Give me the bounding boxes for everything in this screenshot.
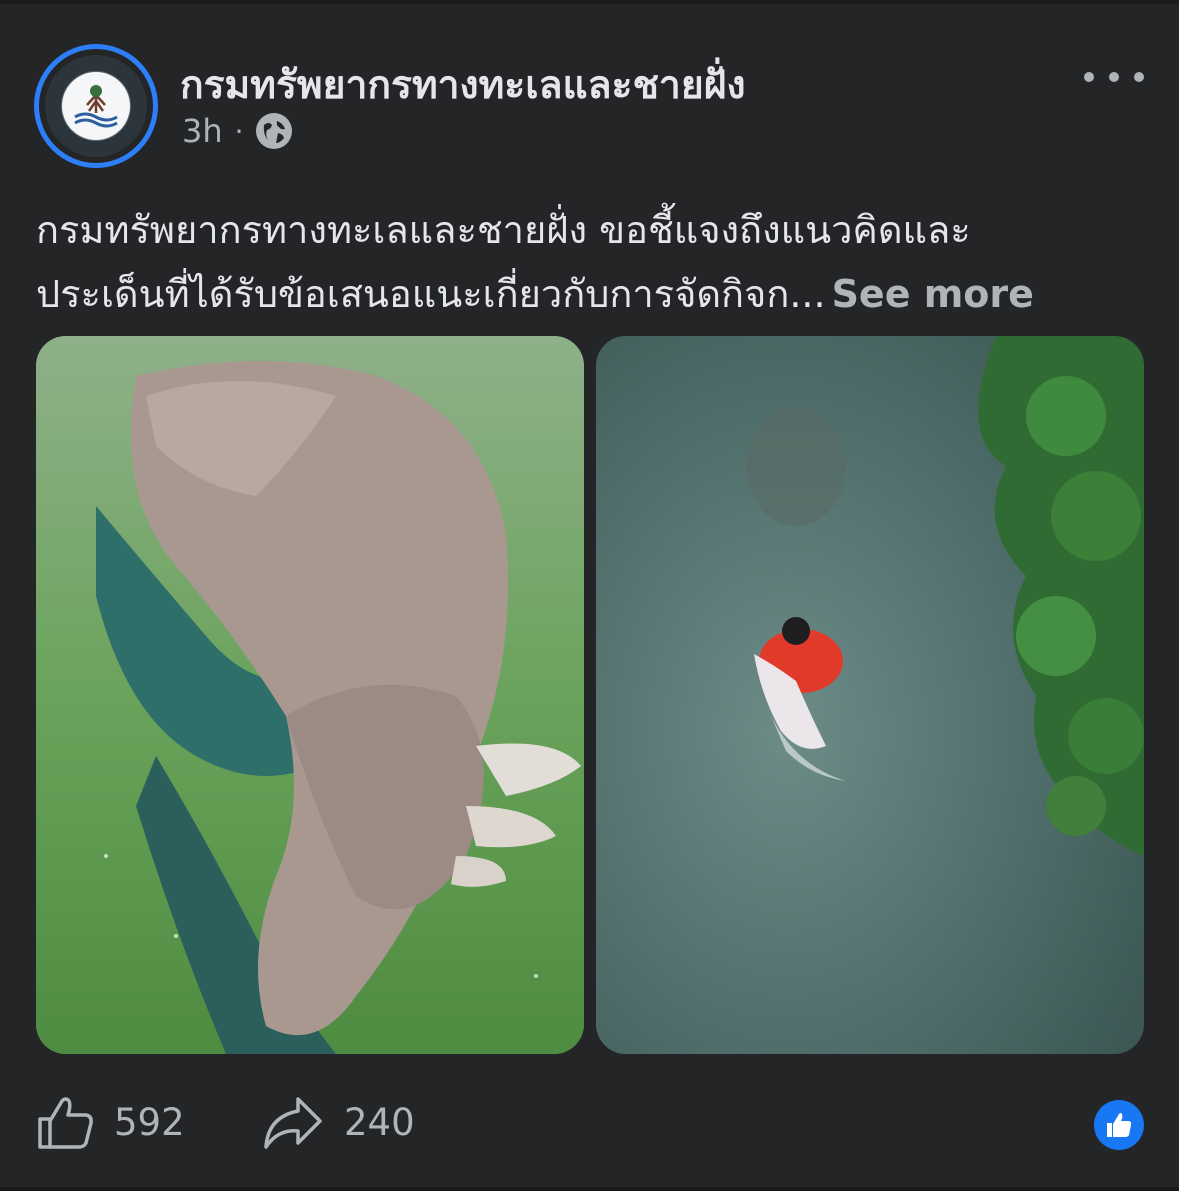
meta-separator: · — [234, 114, 244, 148]
photo-dugong-underwater[interactable] — [36, 336, 584, 1054]
post-card: กรมทรัพยากรทางทะเลและชายฝั่ง 3h · กรมทรั… — [0, 0, 1179, 1191]
dot-icon — [1134, 72, 1144, 82]
globe-icon[interactable] — [255, 113, 292, 149]
photo-aerial-rescuer[interactable] — [596, 336, 1144, 1054]
dot-icon — [1084, 72, 1094, 82]
caption-line: ประเด็นที่ได้รับข้อเสนอแนะเกี่ยวกับการจั… — [36, 262, 1146, 326]
thumbs-up-icon — [38, 1097, 93, 1149]
post-caption: กรมทรัพยากรทางทะเลและชายฝั่ง ขอชี้แจงถึง… — [36, 198, 1146, 326]
caption-text: ประเด็นที่ได้รับข้อเสนอแนะเกี่ยวกับการจั… — [36, 272, 826, 316]
see-more-link[interactable]: See more — [832, 272, 1034, 316]
share-arrow-icon — [264, 1097, 322, 1149]
more-options-button[interactable] — [1084, 62, 1144, 92]
post-meta: 3h · — [182, 112, 292, 150]
dot-icon — [1109, 72, 1119, 82]
share-count: 240 — [344, 1100, 415, 1144]
page-avatar[interactable] — [34, 44, 158, 168]
page-name[interactable]: กรมทรัพยากรทางทะเลและชายฝั่ง — [180, 54, 746, 116]
share-button[interactable]: 240 — [262, 1090, 415, 1154]
post-time[interactable]: 3h — [182, 112, 223, 150]
logo-seal — [45, 55, 147, 157]
like-button[interactable]: 592 — [36, 1090, 185, 1154]
like-count: 592 — [114, 1100, 185, 1144]
caption-line: กรมทรัพยากรทางทะเลและชายฝั่ง ขอชี้แจงถึง… — [36, 208, 971, 252]
like-reaction-icon[interactable] — [1094, 1100, 1144, 1150]
